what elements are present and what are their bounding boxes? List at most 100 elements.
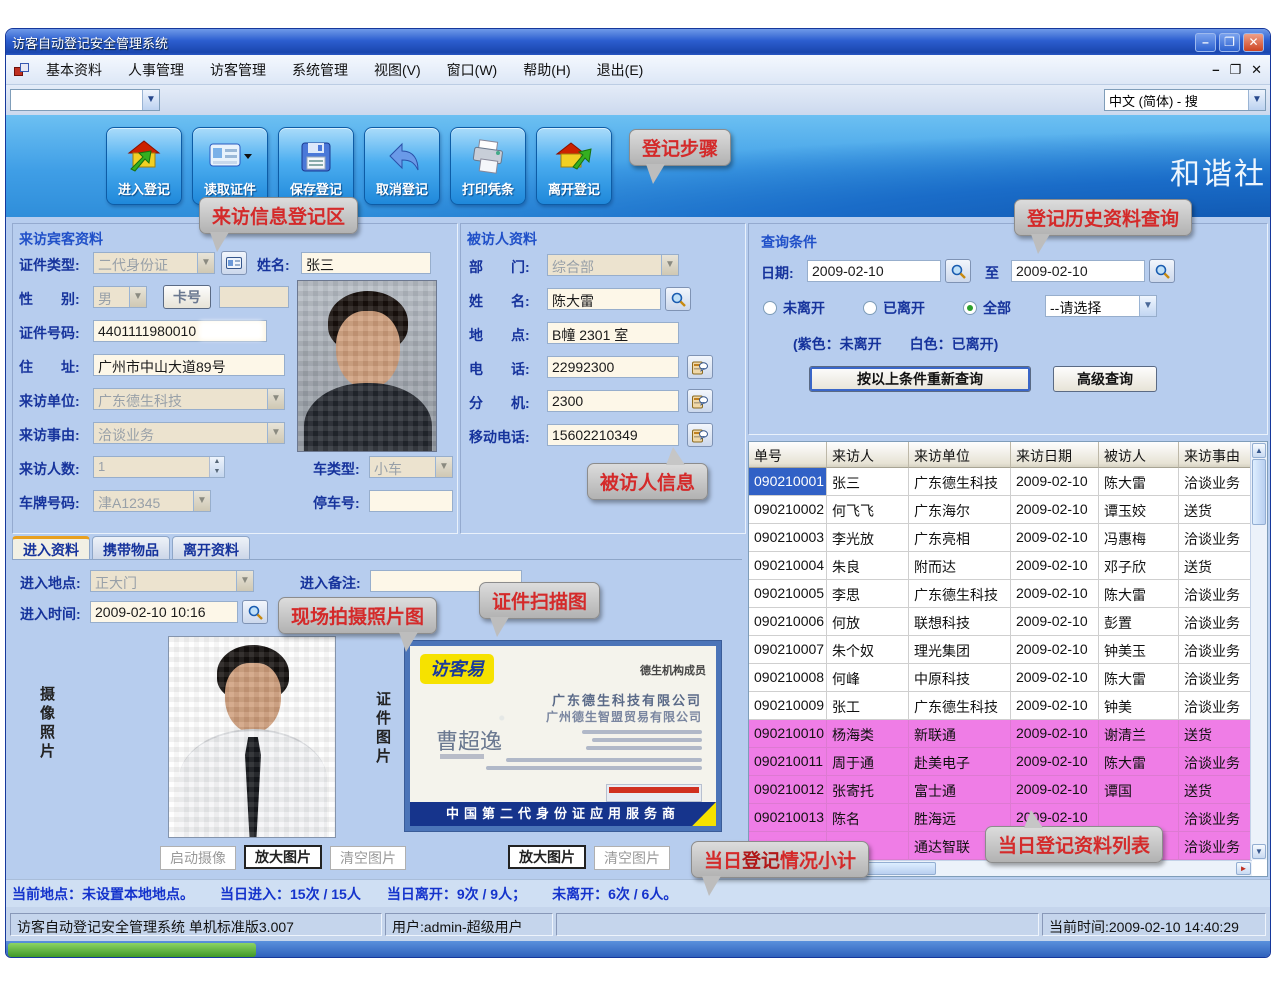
clear-photo-button[interactable]: 清空图片 — [330, 846, 406, 870]
entry-time-field[interactable]: 2009-02-10 10:16 — [90, 601, 238, 623]
scroll-right-icon[interactable]: ► — [1236, 862, 1251, 875]
column-header[interactable]: 来访日期 — [1011, 442, 1099, 468]
language-combo[interactable]: 中文 (简体) - 搜 ▼ — [1104, 89, 1266, 111]
chevron-down-icon[interactable]: ▼ — [267, 389, 284, 409]
scrollbar-thumb[interactable] — [1252, 459, 1266, 525]
read-card-button[interactable]: 读取证件 — [192, 127, 268, 205]
date-to-picker-button[interactable] — [1149, 259, 1175, 283]
chevron-down-icon[interactable]: ▼ — [236, 571, 253, 591]
table-row[interactable]: 090210005李思广东德生科技2009-02-10陈大雷洽谈业务 — [749, 580, 1267, 608]
chevron-down-icon[interactable]: ▼ — [1139, 296, 1156, 316]
radio-not-left[interactable]: 未离开 — [763, 298, 825, 318]
chevron-down-icon[interactable]: ▼ — [193, 491, 210, 511]
enter-register-button[interactable]: 进入登记 — [106, 127, 182, 205]
restore-button[interactable]: ❐ — [1219, 33, 1240, 52]
table-row[interactable]: 090210004朱良附而达2009-02-10邓子欣送货 — [749, 552, 1267, 580]
search-visitee-button[interactable] — [665, 287, 691, 311]
visitee-name-field[interactable]: 陈大雷 — [547, 288, 661, 310]
chevron-down-icon[interactable]: ▼ — [197, 253, 214, 273]
dial-phone-button[interactable] — [687, 355, 713, 379]
save-register-button[interactable]: 保存登记 — [278, 127, 354, 205]
vertical-scrollbar[interactable]: ▲ ▼ — [1250, 442, 1267, 860]
chevron-down-icon[interactable]: ▼ — [435, 457, 452, 477]
stepper-arrows-icon[interactable]: ▲▼ — [209, 457, 224, 477]
date-from-picker-button[interactable] — [945, 259, 971, 283]
quick-select-combo[interactable]: ▼ — [10, 89, 160, 111]
parking-field[interactable] — [369, 490, 453, 512]
location-field[interactable]: B幢 2301 室 — [547, 322, 679, 344]
visitor-count-stepper[interactable]: 1 ▲▼ — [93, 456, 225, 478]
chevron-down-icon[interactable]: ▼ — [142, 90, 159, 110]
menu-basic-data[interactable]: 基本资料 — [46, 60, 102, 80]
menu-hr[interactable]: 人事管理 — [128, 60, 184, 80]
tab-carried-items[interactable]: 携带物品 — [92, 536, 170, 559]
mdi-window-controls[interactable]: –❐ ✕ — [1212, 62, 1262, 78]
menu-view[interactable]: 视图(V) — [374, 60, 421, 80]
mdi-minimize-icon[interactable]: – — [1212, 62, 1219, 78]
card-number-field[interactable] — [219, 286, 289, 308]
cancel-register-button[interactable]: 取消登记 — [364, 127, 440, 205]
radio-icon[interactable] — [763, 301, 777, 315]
dept-combo[interactable]: 综合部▼ — [547, 254, 679, 276]
ext-field[interactable]: 2300 — [547, 390, 679, 412]
table-row[interactable]: 090210007朱个奴理光集团2009-02-10钟美玉洽谈业务 — [749, 636, 1267, 664]
start-camera-button[interactable]: 启动摄像 — [160, 846, 236, 870]
visit-reason-combo[interactable]: 洽谈业务▼ — [93, 422, 285, 444]
zoom-card-button[interactable]: 放大图片 — [508, 845, 586, 869]
close-button[interactable]: ✕ — [1243, 33, 1264, 52]
mdi-restore-icon[interactable]: ❐ — [1229, 62, 1241, 78]
column-header[interactable]: 被访人 — [1099, 442, 1179, 468]
address-field[interactable]: 广州市中山大道89号 — [93, 354, 285, 376]
table-row[interactable]: 090210008何峰中原科技2009-02-10陈大雷洽谈业务 — [749, 664, 1267, 692]
leave-register-button[interactable]: 离开登记 — [536, 127, 612, 205]
table-row[interactable]: 090210012张寄托富士通2009-02-10谭国送货 — [749, 776, 1267, 804]
table-header[interactable]: 单号来访人来访单位来访日期被访人来访事由 — [749, 442, 1267, 468]
menu-window[interactable]: 窗口(W) — [447, 60, 498, 80]
table-row[interactable]: 090210003李光放广东亮相2009-02-10冯惠梅洽谈业务 — [749, 524, 1267, 552]
table-row[interactable]: 090210009张工广东德生科技2009-02-10钟美洽谈业务 — [749, 692, 1267, 720]
print-ticket-button[interactable]: 打印凭条 — [450, 127, 526, 205]
tab-leave-info[interactable]: 离开资料 — [172, 536, 250, 559]
entry-time-picker-button[interactable] — [242, 600, 268, 624]
clear-card-button[interactable]: 清空图片 — [594, 846, 670, 870]
requery-button[interactable]: 按以上条件重新查询 — [809, 366, 1031, 392]
zoom-photo-button[interactable]: 放大图片 — [244, 845, 322, 869]
column-header[interactable]: 单号 — [749, 442, 827, 468]
advanced-query-button[interactable]: 高级查询 — [1053, 366, 1157, 392]
table-row[interactable]: 090210001张三广东德生科技2009-02-10陈大雷洽谈业务 — [749, 468, 1267, 496]
card-reader-button[interactable] — [221, 251, 247, 275]
column-header[interactable]: 来访单位 — [909, 442, 1011, 468]
date-from-field[interactable]: 2009-02-10 — [807, 260, 941, 282]
title-bar[interactable]: 访客自动登记安全管理系统 – ❐ ✕ — [6, 29, 1270, 55]
menu-system[interactable]: 系统管理 — [292, 60, 348, 80]
entry-location-combo[interactable]: 正大门▼ — [90, 570, 254, 592]
id-type-combo[interactable]: 二代身份证▼ — [93, 252, 215, 274]
date-to-field[interactable]: 2009-02-10 — [1011, 260, 1145, 282]
column-header[interactable]: 来访事由 — [1179, 442, 1251, 468]
menu-exit[interactable]: 退出(E) — [597, 60, 644, 80]
vehicle-type-combo[interactable]: 小车▼ — [369, 456, 453, 478]
scroll-down-icon[interactable]: ▼ — [1252, 844, 1266, 859]
minimize-button[interactable]: – — [1195, 33, 1216, 52]
scroll-up-icon[interactable]: ▲ — [1252, 443, 1266, 458]
mdi-close-icon[interactable]: ✕ — [1251, 62, 1262, 78]
radio-left[interactable]: 已离开 — [863, 298, 925, 318]
table-row[interactable]: 090210002何飞飞广东海尔2009-02-10谭玉姣送货 — [749, 496, 1267, 524]
chevron-down-icon[interactable]: ▼ — [661, 255, 678, 275]
radio-icon[interactable] — [863, 301, 877, 315]
plate-combo[interactable]: 津A12345▼ — [93, 490, 211, 512]
dial-mobile-button[interactable] — [687, 423, 713, 447]
chevron-down-icon[interactable]: ▼ — [1248, 90, 1265, 110]
visit-company-combo[interactable]: 广东德生科技▼ — [93, 388, 285, 410]
filter-combo[interactable]: --请选择▼ — [1045, 295, 1157, 317]
radio-all[interactable]: 全部 — [963, 298, 1011, 318]
gender-combo[interactable]: 男▼ — [93, 286, 147, 308]
mobile-field[interactable]: 15602210349 — [547, 424, 679, 446]
radio-selected-icon[interactable] — [963, 301, 977, 315]
card-number-button[interactable]: 卡号 — [163, 285, 211, 309]
dial-ext-button[interactable] — [687, 389, 713, 413]
menu-help[interactable]: 帮助(H) — [523, 60, 570, 80]
visitor-name-field[interactable]: 张三 — [301, 252, 431, 274]
menu-visitor[interactable]: 访客管理 — [210, 60, 266, 80]
tab-entry-info[interactable]: 进入资料 — [12, 536, 90, 559]
